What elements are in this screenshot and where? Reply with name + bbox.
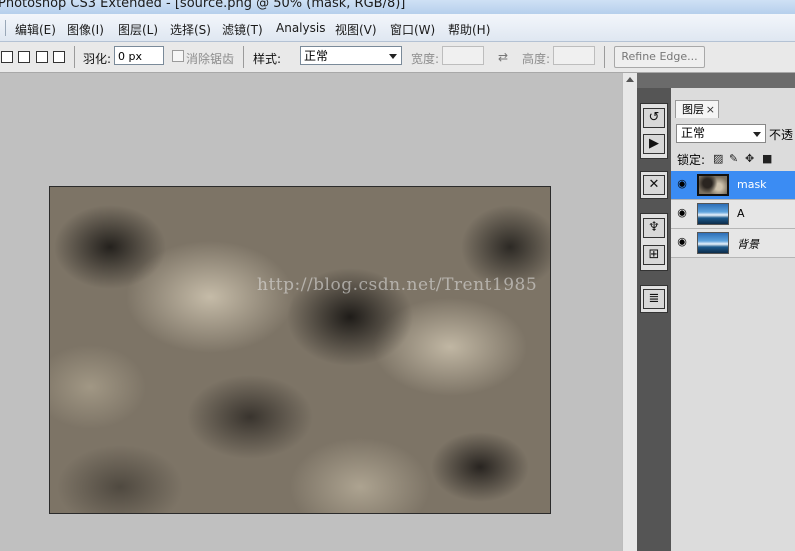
dock-group: ↺ ▶ [640, 103, 668, 159]
clone-source-icon[interactable]: ⊞ [643, 245, 665, 265]
tab-label: 图层 [682, 103, 704, 116]
lock-position-icon[interactable]: ✥ [745, 152, 754, 165]
width-label: 宽度: [411, 52, 440, 66]
options-separator [243, 46, 244, 68]
eye-icon[interactable]: ◉ [675, 178, 689, 190]
menu-help[interactable]: 帮助(H) [448, 21, 490, 38]
vertical-scrollbar[interactable] [622, 73, 637, 551]
layer-row[interactable]: ◉ 背景 [671, 229, 795, 258]
feather-label: 羽化: [83, 52, 112, 66]
lock-transparency-icon[interactable]: ▨ [713, 152, 723, 165]
refine-edge-button[interactable]: Refine Edge... [614, 46, 705, 68]
layer-thumbnail [697, 232, 729, 254]
lock-all-icon[interactable]: ■ [762, 152, 772, 165]
new-selection-icon[interactable] [1, 51, 13, 63]
tools-preset-icon[interactable]: ✕ [643, 175, 665, 195]
height-label: 高度: [522, 52, 551, 66]
options-separator [74, 46, 75, 68]
layer-name: mask [737, 178, 767, 191]
menu-edit[interactable]: 编辑(E) [15, 21, 56, 38]
style-label: 样式: [253, 52, 282, 66]
layer-name: 背景 [737, 238, 759, 251]
dock-header[interactable] [637, 73, 671, 88]
lock-paint-icon[interactable]: ✎ [729, 152, 738, 165]
layer-thumbnail [697, 174, 729, 196]
eye-icon[interactable]: ◉ [675, 207, 689, 219]
options-separator [604, 46, 605, 68]
tab-layers[interactable]: 图层 × [675, 100, 719, 118]
lock-label: 锁定: [677, 153, 706, 167]
close-icon[interactable]: × [706, 101, 715, 119]
options-bar: 羽化: 0 px 消除锯齿 样式: 正常 宽度: ⇄ 高度: Refine Ed… [0, 42, 795, 73]
menu-image[interactable]: 图像(I) [67, 21, 104, 38]
chevron-down-icon [753, 132, 761, 137]
width-input[interactable] [442, 46, 484, 65]
menu-filter[interactable]: 滤镜(T) [222, 21, 263, 38]
window-title: Photoshop CS3 Extended - [source.png @ 5… [0, 0, 406, 11]
layer-row[interactable]: ◉ mask [671, 171, 795, 200]
actions-icon[interactable]: ▶ [643, 134, 665, 154]
brushes-icon[interactable]: ♆ [643, 218, 665, 238]
title-bar: Photoshop CS3 Extended - [source.png @ 5… [0, 0, 795, 14]
layer-thumbnail [697, 203, 729, 225]
layer-row[interactable]: ◉ A [671, 200, 795, 229]
eye-icon[interactable]: ◉ [675, 236, 689, 248]
menu-separator [5, 20, 6, 36]
swap-icon[interactable]: ⇄ [498, 50, 508, 64]
dock-group: ✕ [640, 171, 668, 199]
antialias-checkbox[interactable] [172, 50, 184, 62]
watermark-text: http://blog.csdn.net/Trent1985 [257, 275, 538, 295]
menu-view[interactable]: 视图(V) [335, 21, 377, 38]
menu-bar: 编辑(E) 图像(I) 图层(L) 选择(S) 滤镜(T) Analysis 视… [0, 14, 795, 42]
style-value: 正常 [304, 49, 329, 63]
menu-analysis[interactable]: Analysis [276, 21, 325, 35]
dock-group: ≣ [640, 285, 668, 313]
scroll-up-icon[interactable] [626, 77, 634, 82]
add-to-selection-icon[interactable] [18, 51, 30, 63]
panel-header[interactable] [671, 73, 795, 88]
document-canvas[interactable]: http://blog.csdn.net/Trent1985 [49, 186, 551, 514]
dock-group: ♆ ⊞ [640, 213, 668, 271]
menu-window[interactable]: 窗口(W) [390, 21, 435, 38]
panel-dock: ↺ ▶ ✕ ♆ ⊞ ≣ [637, 73, 671, 551]
height-input[interactable] [553, 46, 595, 65]
style-dropdown[interactable]: 正常 [300, 46, 402, 65]
feather-input[interactable]: 0 px [114, 46, 164, 65]
layer-comps-icon[interactable]: ≣ [643, 289, 665, 309]
history-icon[interactable]: ↺ [643, 108, 665, 128]
blend-mode-dropdown[interactable]: 正常 [676, 124, 766, 143]
subtract-from-selection-icon[interactable] [36, 51, 48, 63]
layers-panel: 图层 × 正常 不透 锁定: ▨ ✎ ✥ ■ ◉ mask ◉ A ◉ 背景 [671, 73, 795, 551]
opacity-label: 不透 [769, 128, 794, 142]
intersect-selection-icon[interactable] [53, 51, 65, 63]
blend-mode-value: 正常 [681, 126, 706, 140]
antialias-label: 消除锯齿 [186, 52, 235, 66]
menu-layer[interactable]: 图层(L) [118, 21, 158, 38]
layer-name: A [737, 207, 745, 220]
menu-select[interactable]: 选择(S) [170, 21, 211, 38]
chevron-down-icon [389, 54, 397, 59]
